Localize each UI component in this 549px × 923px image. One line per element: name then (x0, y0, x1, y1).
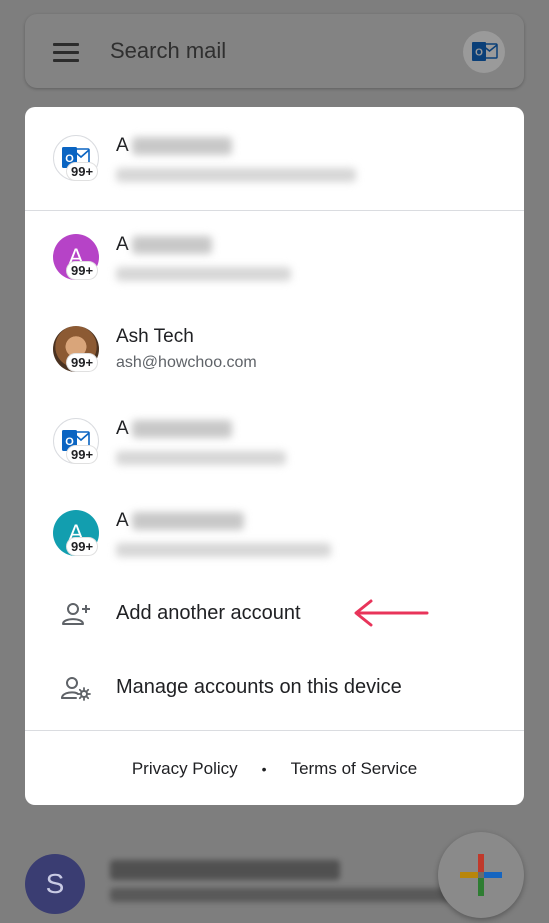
redacted-email (116, 543, 331, 557)
account-avatar: A 99+ (53, 510, 99, 556)
unread-badge: 99+ (67, 538, 98, 555)
unread-badge: 99+ (67, 262, 98, 279)
add-account-label: Add another account (116, 602, 301, 624)
menu-icon[interactable] (53, 43, 79, 62)
search-bar[interactable]: Search mail O (25, 14, 524, 88)
redacted-name (132, 420, 232, 438)
annotation-arrow-icon (354, 599, 429, 627)
account-avatar: O 99+ (53, 418, 99, 464)
redacted-name (132, 512, 244, 530)
redacted-email (116, 168, 356, 182)
account-switcher-dialog: O 99+ A A 99+ A 99+ Ash Tech ash@howchoo… (25, 107, 524, 805)
account-avatar: 99+ (53, 326, 99, 372)
account-row[interactable]: A 99+ A (25, 486, 524, 576)
outlook-icon: O (472, 42, 498, 61)
redacted-name (132, 236, 212, 254)
account-row[interactable]: 99+ Ash Tech ash@howchoo.com (25, 302, 524, 392)
redacted-name (132, 137, 232, 155)
divider (25, 730, 524, 731)
account-name: A (116, 418, 129, 439)
add-person-icon (62, 603, 90, 625)
manage-accounts-icon (61, 677, 91, 701)
account-email: ash@howchoo.com (116, 354, 257, 371)
manage-accounts-label: Manage accounts on this device (116, 676, 402, 698)
compose-button[interactable] (438, 832, 524, 918)
account-row[interactable]: A 99+ A (25, 210, 524, 300)
account-avatar: A 99+ (53, 234, 99, 280)
account-name: A (116, 510, 129, 531)
search-placeholder: Search mail (110, 38, 227, 63)
footer-separator: • (261, 761, 267, 777)
add-account-button[interactable]: Add another account (25, 584, 524, 644)
redacted-email (116, 451, 286, 465)
privacy-policy-link[interactable]: Privacy Policy (132, 759, 238, 779)
redacted-email (116, 267, 291, 281)
account-row[interactable]: O 99+ A (25, 394, 524, 484)
manage-accounts-button[interactable]: Manage accounts on this device (25, 658, 524, 718)
blurred-sender (110, 860, 340, 880)
account-name: A (116, 135, 129, 156)
account-avatar-button[interactable]: O (463, 31, 505, 73)
account-name: Ash Tech (116, 326, 194, 347)
compose-plus-icon (460, 854, 502, 896)
account-row-current[interactable]: O 99+ A (25, 111, 524, 201)
sender-avatar: S (25, 854, 85, 914)
dialog-footer: Privacy Policy • Terms of Service (25, 748, 524, 790)
account-avatar: O 99+ (53, 135, 99, 181)
account-name: A (116, 234, 129, 255)
unread-badge: 99+ (67, 446, 98, 463)
terms-of-service-link[interactable]: Terms of Service (291, 759, 418, 779)
svg-text:O: O (475, 48, 483, 59)
unread-badge: 99+ (67, 163, 98, 180)
unread-badge: 99+ (67, 354, 98, 371)
